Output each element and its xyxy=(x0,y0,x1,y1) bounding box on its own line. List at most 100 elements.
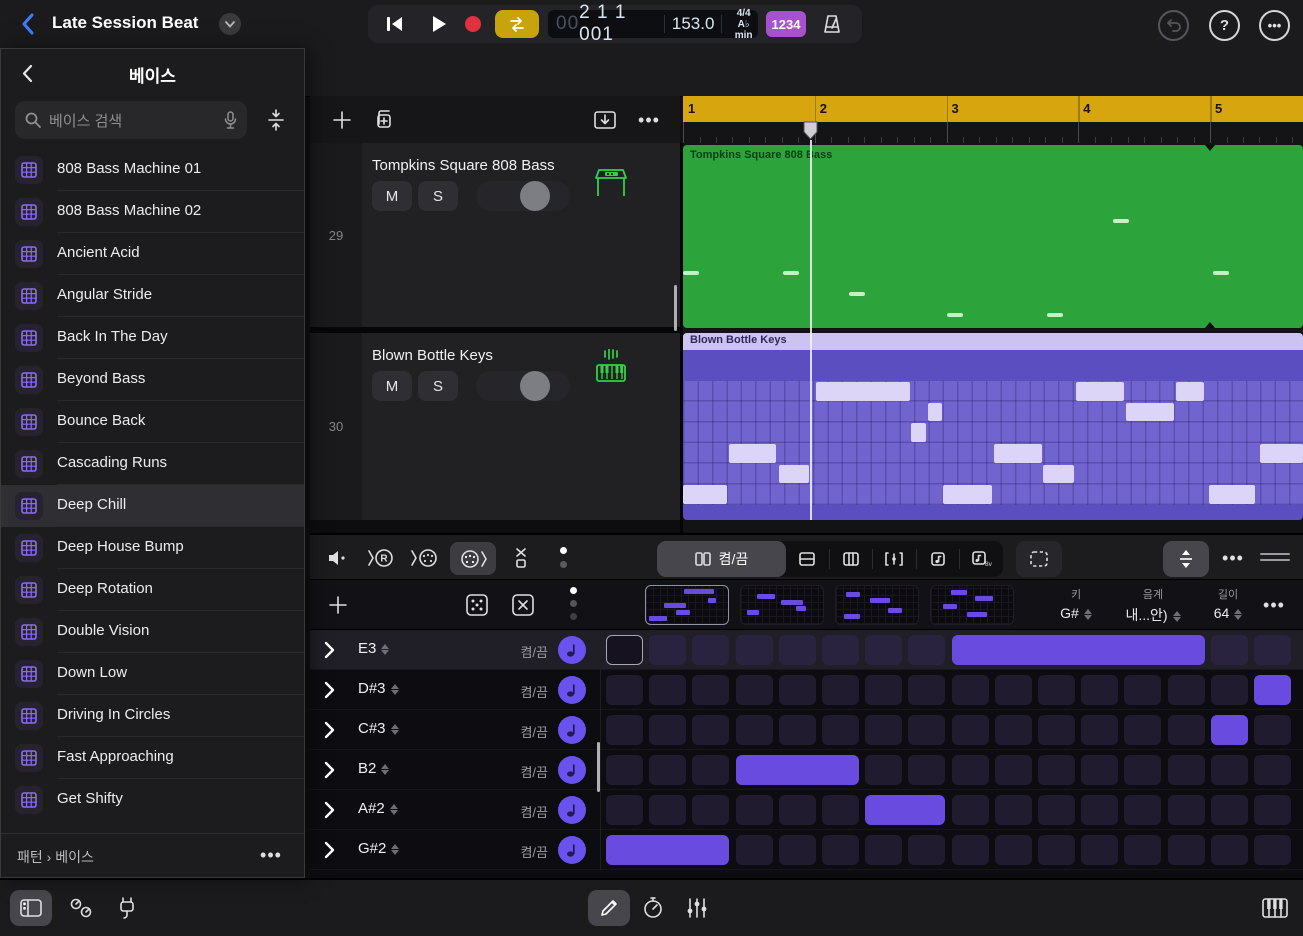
step-cell[interactable] xyxy=(1124,675,1161,705)
step-cell[interactable] xyxy=(1081,675,1118,705)
row-expand-chevron[interactable] xyxy=(324,641,342,659)
step-cell[interactable] xyxy=(1124,835,1161,865)
step-cell[interactable] xyxy=(865,715,902,745)
step-cell[interactable] xyxy=(1254,635,1291,665)
segment-note-repeat[interactable] xyxy=(873,541,916,577)
row-height-button[interactable] xyxy=(1163,541,1209,577)
segment-velocity[interactable] xyxy=(786,541,829,577)
row-expand-chevron[interactable] xyxy=(324,841,342,859)
step-note-bar[interactable] xyxy=(736,755,859,785)
step-cell[interactable] xyxy=(1211,675,1248,705)
cycle-button[interactable] xyxy=(495,10,539,38)
row-note-name[interactable]: E3 xyxy=(358,640,389,657)
loop-list-item[interactable]: Deep Rotation xyxy=(1,569,304,611)
row-note-value-button[interactable] xyxy=(558,836,586,864)
pattern-thumbnail[interactable] xyxy=(645,585,729,625)
step-cell[interactable] xyxy=(908,835,945,865)
segment-note[interactable] xyxy=(917,541,960,577)
lcd-display[interactable]: 00 2 1 1 001 153.0 4/4 A♭ min xyxy=(548,10,758,38)
step-cell[interactable] xyxy=(995,675,1032,705)
row-expand-chevron[interactable] xyxy=(324,761,342,779)
row-onoff-label[interactable]: 켬/끔 xyxy=(500,722,548,741)
step-cell[interactable] xyxy=(692,795,729,825)
step-note-bar[interactable] xyxy=(952,635,1205,665)
loop-list-item[interactable]: Cascading Runs xyxy=(1,443,304,485)
step-cell[interactable] xyxy=(779,835,816,865)
step-cell[interactable] xyxy=(1038,715,1075,745)
loop-list-item[interactable]: Get Shifty xyxy=(1,779,304,821)
pattern-thumbnail[interactable] xyxy=(835,585,919,625)
step-cell[interactable] xyxy=(649,675,686,705)
loop-list-item[interactable]: Back In The Day xyxy=(1,317,304,359)
step-cell[interactable] xyxy=(952,835,989,865)
row-onoff-label[interactable]: 켬/끔 xyxy=(500,802,548,821)
note-stepper[interactable] xyxy=(381,644,389,655)
duplicate-track-button[interactable] xyxy=(370,106,398,134)
step-cell[interactable] xyxy=(736,835,773,865)
clear-notes-button[interactable] xyxy=(506,545,536,571)
row-note-name[interactable]: B2 xyxy=(358,760,389,777)
loop-list-item[interactable]: 808 Bass Machine 02 xyxy=(1,191,304,233)
step-cell[interactable] xyxy=(1124,755,1161,785)
step-cell[interactable] xyxy=(822,715,859,745)
row-expand-chevron[interactable] xyxy=(324,721,342,739)
title-dropdown[interactable] xyxy=(219,13,241,35)
volume-slider-knob[interactable] xyxy=(520,371,550,401)
step-cell[interactable] xyxy=(822,635,859,665)
solo-button[interactable]: S xyxy=(418,371,458,401)
step-cell[interactable] xyxy=(1081,755,1118,785)
track-header-scrollbar[interactable] xyxy=(674,285,677,331)
row-onoff-label[interactable]: 켬/끔 xyxy=(500,762,548,781)
step-cell[interactable] xyxy=(692,635,729,665)
search-field[interactable]: 베이스 검색 xyxy=(15,101,247,139)
step-cell[interactable] xyxy=(606,755,643,785)
step-cell[interactable] xyxy=(606,675,643,705)
step-cell[interactable] xyxy=(952,675,989,705)
count-in-button[interactable]: 1234 xyxy=(766,11,806,37)
step-cell[interactable] xyxy=(779,795,816,825)
row-note-value-button[interactable] xyxy=(558,756,586,784)
pattern-thumbnail[interactable] xyxy=(930,585,1014,625)
step-cell[interactable] xyxy=(1254,755,1291,785)
row-note-name[interactable]: D#3 xyxy=(358,680,399,697)
loop-list-item[interactable]: Deep Chill xyxy=(1,485,304,527)
step-cell[interactable] xyxy=(1168,835,1205,865)
row-note-value-button[interactable] xyxy=(558,796,586,824)
segment-gate[interactable] xyxy=(829,541,872,577)
step-cell[interactable] xyxy=(1081,835,1118,865)
step-cell[interactable] xyxy=(908,715,945,745)
loop-list-item[interactable]: Beyond Bass xyxy=(1,359,304,401)
loop-list-item[interactable]: Bounce Back xyxy=(1,401,304,443)
step-cell[interactable] xyxy=(1038,835,1075,865)
step-cell[interactable] xyxy=(995,835,1032,865)
record-enable-button[interactable]: R xyxy=(364,545,398,571)
step-cell[interactable] xyxy=(649,635,686,665)
step-cell[interactable] xyxy=(649,755,686,785)
step-cell[interactable] xyxy=(995,795,1032,825)
step-cell[interactable] xyxy=(649,715,686,745)
monitor-speaker-button[interactable] xyxy=(322,545,354,571)
metronome-button[interactable] xyxy=(814,11,850,37)
row-onoff-label[interactable]: 켬/끔 xyxy=(500,642,548,661)
row-onoff-label[interactable]: 켬/끔 xyxy=(500,682,548,701)
step-cell[interactable] xyxy=(1211,835,1248,865)
loop-list-item[interactable]: Driving In Circles xyxy=(1,695,304,737)
step-cell[interactable] xyxy=(822,835,859,865)
playhead-marker[interactable] xyxy=(803,121,818,140)
step-cell[interactable] xyxy=(1038,755,1075,785)
scale-control[interactable]: 음계 내...안) xyxy=(1110,586,1196,625)
mic-dictation-icon[interactable] xyxy=(224,111,237,129)
step-cell[interactable] xyxy=(1254,835,1291,865)
step-cell[interactable] xyxy=(1211,795,1248,825)
step-cell[interactable] xyxy=(1124,715,1161,745)
step-cell[interactable] xyxy=(995,755,1032,785)
step-note-bar[interactable] xyxy=(606,835,729,865)
row-expand-chevron[interactable] xyxy=(324,681,342,699)
loop-list-item[interactable]: Fast Approaching xyxy=(1,737,304,779)
filter-button[interactable] xyxy=(259,104,293,136)
row-note-name[interactable]: G#2 xyxy=(358,840,399,857)
midi-out-button[interactable] xyxy=(450,542,496,575)
step-cell[interactable] xyxy=(1211,635,1248,665)
step-cell[interactable] xyxy=(822,675,859,705)
segment-octave-8va[interactable]: 8va xyxy=(960,541,1003,577)
